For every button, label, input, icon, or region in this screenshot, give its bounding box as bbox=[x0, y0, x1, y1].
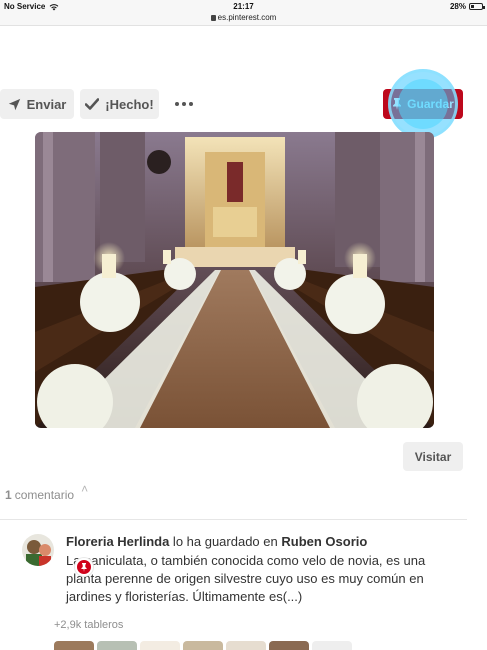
badge-icon bbox=[75, 558, 93, 576]
chevron-up-icon: ˄ bbox=[81, 482, 89, 496]
saver-name[interactable]: Floreria Herlinda bbox=[66, 534, 169, 549]
checkmark-icon bbox=[85, 98, 100, 110]
clock: 21:17 bbox=[233, 2, 254, 11]
comment-label: comentario bbox=[14, 488, 75, 502]
board-thumbnail[interactable] bbox=[183, 641, 223, 650]
done-button[interactable]: ¡Hecho! bbox=[80, 89, 159, 119]
more-icon bbox=[175, 102, 179, 106]
save-label: Guardar bbox=[407, 97, 454, 111]
status-bar: No Service 21:17 es.pinterest.com 28% bbox=[0, 0, 487, 26]
saved-attribution: Floreria Herlinda lo ha guardado en Rube… bbox=[66, 534, 466, 549]
board-thumbnail[interactable] bbox=[269, 641, 309, 650]
board-thumbnail[interactable] bbox=[226, 641, 266, 650]
battery-icon bbox=[469, 3, 485, 10]
board-thumbnail[interactable] bbox=[54, 641, 94, 650]
send-button[interactable]: Enviar bbox=[0, 89, 74, 119]
divider bbox=[0, 519, 467, 520]
board-name[interactable]: Ruben Osorio bbox=[281, 534, 367, 549]
url-text: es.pinterest.com bbox=[217, 13, 277, 22]
pin-description: La paniculata, o también conocida como v… bbox=[66, 553, 426, 604]
visit-button[interactable]: Visitar bbox=[403, 442, 463, 471]
comment-count: 1 bbox=[5, 488, 12, 502]
battery-level bbox=[471, 5, 474, 8]
more-options-button[interactable] bbox=[174, 96, 194, 112]
address-bar[interactable]: es.pinterest.com bbox=[0, 13, 487, 22]
avatar[interactable] bbox=[22, 534, 54, 566]
board-thumbnail[interactable] bbox=[312, 641, 352, 650]
boards-count: +2,9k tableros bbox=[54, 619, 124, 631]
board-thumbnail[interactable] bbox=[97, 641, 137, 650]
comments-toggle[interactable]: 1 comentario ˄ bbox=[5, 482, 88, 502]
board-thumbnail[interactable] bbox=[140, 641, 180, 650]
battery-status: 28% bbox=[449, 2, 485, 11]
save-button[interactable]: Guardar bbox=[383, 89, 463, 119]
battery-percent: 28% bbox=[449, 2, 466, 11]
send-icon bbox=[8, 98, 20, 110]
send-label: Enviar bbox=[26, 96, 67, 112]
visit-label: Visitar bbox=[414, 449, 452, 464]
saved-action-text: lo ha guardado en bbox=[169, 534, 282, 549]
pin-image[interactable] bbox=[35, 132, 434, 428]
lock-icon bbox=[210, 15, 216, 21]
pin-icon bbox=[393, 98, 402, 110]
board-thumbnails bbox=[54, 641, 352, 650]
done-label: ¡Hecho! bbox=[105, 96, 154, 112]
